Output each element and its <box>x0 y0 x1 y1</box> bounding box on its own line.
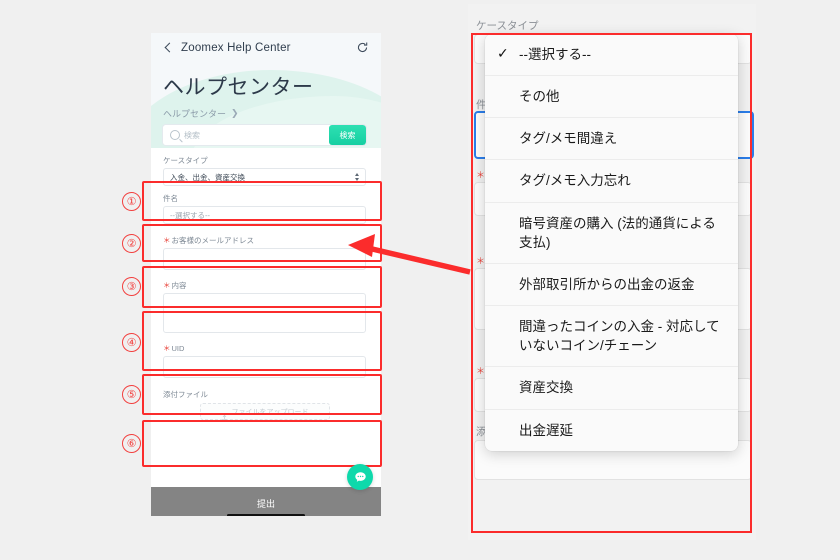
topbar-title: Zoomex Help Center <box>181 41 291 54</box>
dropdown-option-label: 出金遅延 <box>519 422 573 438</box>
case-type-value: 入金、出金、資産交換 <box>170 172 245 182</box>
dropdown-option-label: 暗号資産の購入 (法的通貨による支払) <box>519 215 716 250</box>
page-title: ヘルプセンター <box>163 76 314 99</box>
chat-bubble-icon[interactable] <box>347 464 373 490</box>
subject-select[interactable]: --選択する-- <box>163 206 366 224</box>
field-attachment: 添付ファイル ファイルをアップロード <box>163 390 366 420</box>
field-email: ＊お客様のメールアドレス <box>163 236 366 270</box>
phone-topbar: Zoomex Help Center <box>151 33 381 62</box>
phone-mockup: Zoomex Help Center ヘルプセンター ヘルプセンター ❯ 検索 <box>151 33 381 516</box>
field-label: 添付ファイル <box>163 390 208 399</box>
field-subject: 件名 --選択する-- <box>163 194 366 224</box>
breadcrumb-item[interactable]: ヘルプセンター <box>163 107 226 120</box>
annotation-number-6: ⑥ <box>122 434 141 453</box>
upload-label: ファイルをアップロード <box>231 408 309 416</box>
content-textarea[interactable] <box>163 293 366 333</box>
chevron-right-icon: ❯ <box>231 108 239 118</box>
search-icon <box>170 130 180 140</box>
home-indicator <box>227 514 305 516</box>
required-marker: ＊ <box>163 281 171 290</box>
dropdown-option-label: 資産交換 <box>519 380 573 396</box>
hero-banner: ヘルプセンター ヘルプセンター ❯ 検索 検索 <box>151 62 381 148</box>
dropdown-option[interactable]: 暗号資産の購入 (法的通貨による支払) <box>485 203 738 264</box>
check-icon: ✓ <box>497 45 509 61</box>
submit-button[interactable]: 提出 <box>151 487 381 516</box>
field-label: ＊内容 <box>163 281 366 290</box>
dropdown-option[interactable]: 外部取引所からの出金の返金 <box>485 264 738 307</box>
search-placeholder: 検索 <box>184 130 200 140</box>
field-label: ＊UID <box>163 344 366 353</box>
bg-label-case-type: ケースタイプ <box>476 20 539 32</box>
dropdown-option[interactable]: 出金遅延 <box>485 410 738 451</box>
breadcrumb: ヘルプセンター ❯ <box>163 107 239 120</box>
case-type-select[interactable]: 入金、出金、資産交換 <box>163 168 366 186</box>
search-bar[interactable]: 検索 検索 <box>163 125 366 145</box>
field-label: 件名 <box>163 194 178 203</box>
field-label: ケースタイプ <box>163 156 208 165</box>
annotation-number-4: ④ <box>122 333 141 352</box>
file-upload-button[interactable]: ファイルをアップロード <box>199 403 330 420</box>
field-label-text: 内容 <box>171 281 187 290</box>
dropdown-option[interactable]: タグ/メモ間違え <box>485 118 738 161</box>
support-form: ケースタイプ 入金、出金、資産交換 件名 --選択する-- ＊お客様のメールアド… <box>151 148 381 516</box>
search-button[interactable]: 検索 <box>329 125 366 145</box>
annotation-number-2: ② <box>122 234 141 253</box>
annotation-number-5: ⑤ <box>122 385 141 404</box>
subject-value: --選択する-- <box>170 210 210 220</box>
uid-field[interactable] <box>163 356 366 378</box>
upload-icon <box>221 408 228 420</box>
field-uid: ＊UID <box>163 344 366 378</box>
field-case-type: ケースタイプ 入金、出金、資産交換 <box>163 156 366 186</box>
annotation-number-3: ③ <box>122 277 141 296</box>
dropdown-scene: ケースタイプ 件 ＊ ＊ ＊ 添 ✓ --選択する-- その他 タグ/メモ間違え <box>468 4 756 544</box>
bg-required-marker-1: ＊ <box>476 170 486 180</box>
dropdown-option[interactable]: その他 <box>485 76 738 119</box>
field-label-text: お客様のメールアドレス <box>171 236 255 245</box>
annotation-number-1: ① <box>122 192 141 211</box>
bg-required-marker-3: ＊ <box>476 366 486 376</box>
dropdown-option-label: その他 <box>519 89 560 105</box>
required-marker: ＊ <box>163 344 171 353</box>
dropdown-option-label: 外部取引所からの出金の返金 <box>519 276 695 292</box>
search-input[interactable]: 検索 <box>163 125 329 145</box>
field-label: ＊お客様のメールアドレス <box>163 236 366 245</box>
dropdown-option-label: --選択する-- <box>519 47 591 62</box>
refresh-icon[interactable] <box>356 41 369 54</box>
dropdown-option[interactable]: 間違ったコインの入金 - 対応していないコイン/チェーン <box>485 306 738 368</box>
email-field[interactable] <box>163 248 366 270</box>
screenshot-root: Zoomex Help Center ヘルプセンター ヘルプセンター ❯ 検索 <box>0 0 840 560</box>
dropdown-option-label: 間違ったコインの入金 - 対応していないコイン/チェーン <box>519 319 720 354</box>
bg-required-marker-2: ＊ <box>476 256 486 266</box>
dropdown-option[interactable]: 資産交換 <box>485 367 738 410</box>
dropdown-option[interactable]: ✓ --選択する-- <box>485 34 738 77</box>
field-label-text: UID <box>171 344 185 353</box>
required-marker: ＊ <box>163 236 171 245</box>
dropdown-option[interactable]: タグ/メモ入力忘れ <box>485 160 738 203</box>
submit-area: 提出 <box>151 479 381 516</box>
subject-dropdown-menu[interactable]: ✓ --選択する-- その他 タグ/メモ間違え タグ/メモ入力忘れ 暗号資産の購… <box>485 34 738 451</box>
field-content: ＊内容 <box>163 281 366 333</box>
chevron-left-icon[interactable] <box>163 43 173 53</box>
dropdown-option-label: タグ/メモ間違え <box>519 131 618 147</box>
select-spinner-icon[interactable] <box>355 173 359 181</box>
dropdown-option-label: タグ/メモ入力忘れ <box>519 173 631 189</box>
